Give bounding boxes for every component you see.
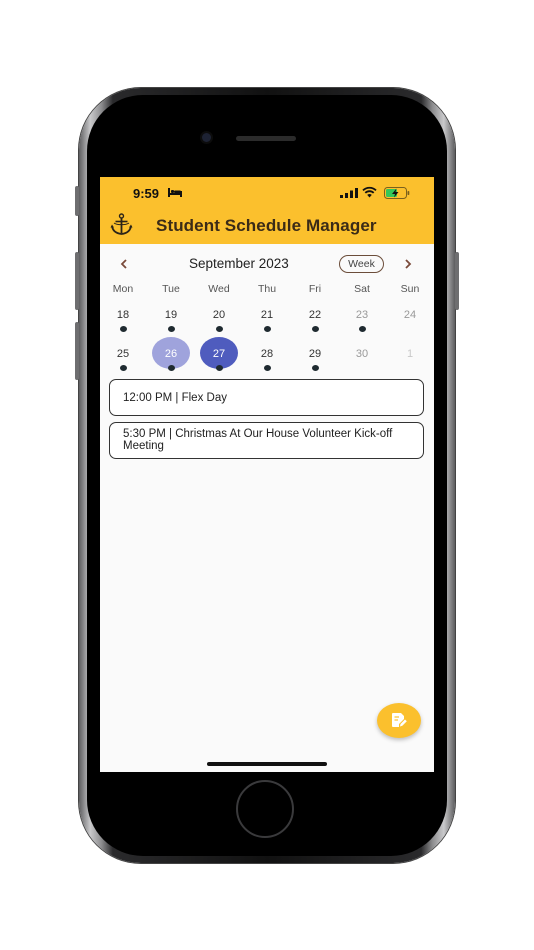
- day-number: 28: [260, 348, 274, 360]
- calendar-week-row: 25 26 27 28 29 30 1: [100, 337, 434, 380]
- weekday-label: Mon: [112, 283, 134, 295]
- app-bar: Student Schedule Manager: [100, 209, 434, 244]
- calendar-header: September 2023 Week: [100, 255, 434, 277]
- day-number: 18: [116, 309, 130, 321]
- volume-down-button: [75, 322, 79, 380]
- weekday-label: Sat: [354, 283, 370, 295]
- power-button: [455, 252, 459, 310]
- event-marker-dot: [168, 326, 175, 332]
- weekday-label: Wed: [208, 283, 230, 295]
- cellular-signal-icon: [340, 188, 358, 198]
- weekday-header-row: Mon Tue Wed Thu Fri Sat Sun: [100, 283, 434, 297]
- mute-switch: [75, 186, 79, 216]
- status-time: 9:59: [133, 186, 160, 201]
- battery-charging-icon: [384, 187, 410, 199]
- event-marker-dot: [168, 365, 175, 371]
- day-number: 26: [164, 348, 178, 360]
- weekday-label: Tue: [162, 283, 180, 295]
- event-text: 5:30 PM | Christmas At Our House Volunte…: [123, 428, 393, 452]
- event-marker-dot: [312, 365, 319, 371]
- calendar-day-today[interactable]: 26: [151, 337, 191, 380]
- front-camera: [202, 133, 211, 142]
- event-marker-dot: [359, 326, 366, 332]
- calendar-day[interactable]: 28: [247, 344, 287, 380]
- event-marker-dot: [216, 365, 223, 371]
- app-title: Student Schedule Manager: [156, 216, 377, 235]
- event-marker-dot: [120, 365, 127, 371]
- calendar-day[interactable]: 29: [295, 344, 335, 380]
- event-marker-dot: [216, 326, 223, 332]
- event-marker-dot: [312, 326, 319, 332]
- event-card[interactable]: 5:30 PM | Christmas At Our House Volunte…: [109, 422, 424, 459]
- anchor-emblem-icon: [110, 213, 133, 235]
- weekday-label: Thu: [257, 283, 277, 295]
- chevron-left-icon: [120, 259, 127, 269]
- event-card[interactable]: 12:00 PM | Flex Day: [109, 379, 424, 416]
- calendar-day[interactable]: 19: [151, 305, 191, 341]
- wifi-icon: [362, 186, 377, 198]
- day-number: 24: [403, 309, 417, 321]
- sleep-bed-icon: [168, 188, 182, 197]
- calendar-day[interactable]: 25: [103, 344, 143, 380]
- weekday-label: Fri: [308, 283, 322, 295]
- event-text: 12:00 PM | Flex Day: [123, 392, 227, 404]
- calendar-day[interactable]: 23: [342, 305, 382, 341]
- day-number: 20: [212, 309, 226, 321]
- calendar-day[interactable]: 21: [247, 305, 287, 341]
- app-screen: 9:59 Student Schedule Manager September …: [100, 177, 434, 772]
- day-number: 21: [260, 309, 274, 321]
- calendar-day[interactable]: 30: [342, 344, 382, 380]
- day-number: 22: [308, 309, 322, 321]
- status-bar: 9:59: [100, 177, 434, 209]
- day-number: 25: [116, 348, 130, 360]
- calendar-day-selected[interactable]: 27: [199, 337, 239, 380]
- earpiece-speaker: [236, 136, 296, 141]
- day-number: 27: [212, 348, 226, 360]
- view-format-button[interactable]: Week: [339, 255, 384, 273]
- next-month-button[interactable]: [401, 255, 415, 273]
- previous-month-button[interactable]: [117, 255, 131, 273]
- home-button[interactable]: [236, 780, 294, 838]
- day-number: 19: [164, 309, 178, 321]
- volume-up-button: [75, 252, 79, 310]
- event-marker-dot: [120, 326, 127, 332]
- calendar-day[interactable]: 24: [390, 305, 430, 341]
- month-title: September 2023: [189, 256, 289, 271]
- day-number: 29: [308, 348, 322, 360]
- chevron-right-icon: [405, 259, 412, 269]
- day-number: 1: [406, 348, 414, 360]
- calendar-day-outside-month[interactable]: 1: [390, 344, 430, 380]
- day-number: 23: [355, 309, 369, 321]
- add-event-button[interactable]: [377, 703, 421, 738]
- home-indicator[interactable]: [207, 762, 327, 766]
- calendar-day[interactable]: 20: [199, 305, 239, 341]
- calendar-day[interactable]: 22: [295, 305, 335, 341]
- edit-note-icon: [392, 713, 407, 727]
- day-number: 30: [355, 348, 369, 360]
- event-marker-dot: [264, 326, 271, 332]
- calendar-week-row: 18 19 20 21 22 23 24: [100, 305, 434, 341]
- calendar-day[interactable]: 18: [103, 305, 143, 341]
- weekday-label: Sun: [400, 283, 420, 295]
- event-marker-dot: [264, 365, 271, 371]
